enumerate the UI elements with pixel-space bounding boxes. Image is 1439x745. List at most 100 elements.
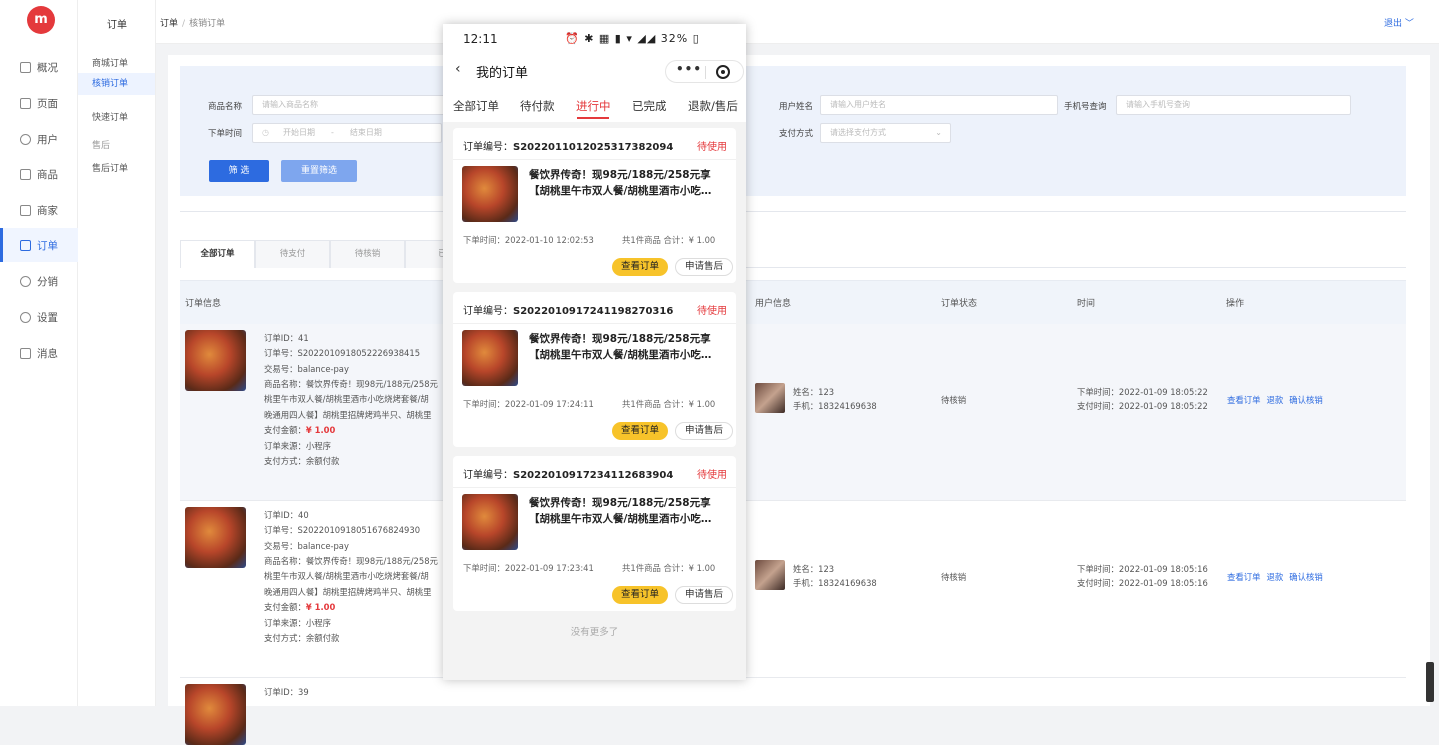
phone-input[interactable]: 请输入手机号查询	[1116, 95, 1351, 115]
cube-icon	[20, 168, 31, 180]
card-divider	[453, 487, 736, 488]
ptab-in-progress[interactable]: 进行中	[576, 98, 611, 114]
active-tab-indicator	[577, 117, 609, 119]
store-icon	[20, 204, 31, 216]
status-icons: ⏰ ✱ ▦ ▮ ▾ ◢◢ 32% ▯	[565, 32, 700, 45]
order-source: 订单来源：小程序	[264, 441, 331, 451]
order-source: 订单来源：小程序	[264, 618, 331, 628]
th-order-status: 订单状态	[941, 299, 978, 309]
ptab-refund[interactable]: 退款/售后	[688, 98, 738, 114]
capsule-divider	[705, 66, 706, 79]
avatar	[755, 560, 785, 590]
order-number: 订单号：S2022010918051676824930	[264, 525, 421, 535]
apply-after-sale-button[interactable]: 申请售后	[675, 422, 733, 440]
user-phone: 手机：18324169638	[793, 401, 877, 411]
nav-item-users[interactable]: 用户	[0, 122, 78, 156]
nav-item-settings[interactable]: 设置	[0, 300, 78, 334]
ptab-completed[interactable]: 已完成	[632, 98, 667, 114]
order-time: 下单时间：2022-01-09 18:05:16	[1077, 564, 1208, 574]
product-image	[185, 330, 246, 391]
order-time-label: 下单时间	[208, 129, 243, 139]
brand-logo[interactable]: m	[27, 6, 55, 34]
nav-item-merchants[interactable]: 商家	[0, 193, 78, 227]
product-name-line: 晚通用四人餐】胡桃里招牌烤鸡半只、胡桃里	[264, 587, 432, 597]
order-id: 订单ID：41	[264, 333, 309, 343]
sub-item-quick-orders[interactable]: 快速订单	[92, 110, 128, 123]
logout-button[interactable]: 退出 ﹀	[1384, 16, 1414, 29]
th-time: 时间	[1077, 299, 1096, 309]
nav-item-messages[interactable]: 消息	[0, 336, 78, 370]
tab-all-orders[interactable]: 全部订单	[180, 240, 255, 268]
sub-item-mall-orders[interactable]: 商城订单	[92, 56, 128, 69]
status-badge: 待核销	[941, 395, 967, 405]
nav-item-orders[interactable]: 订单	[0, 228, 78, 262]
th-user-info: 用户信息	[755, 299, 792, 309]
pay-method: 支付方式：余额付款	[264, 633, 340, 643]
sub-item-verify-orders[interactable]: 核销订单	[78, 73, 155, 95]
filter-button[interactable]: 筛 选	[209, 160, 269, 182]
nav-item-distribution[interactable]: 分销	[0, 264, 78, 298]
product-name-label: 商品名称	[208, 102, 243, 112]
sub-group-after-sales: 售后	[92, 141, 111, 151]
status-time: 12:11	[463, 32, 498, 46]
view-order-button[interactable]: 查看订单	[612, 586, 668, 604]
trade-number: 交易号：balance-pay	[264, 541, 349, 551]
tab-pending-payment[interactable]: 待支付	[255, 240, 330, 268]
calendar-icon: ◷	[262, 128, 269, 137]
refund-link[interactable]: 退款	[1267, 395, 1284, 405]
table-row: 订单ID：39	[180, 678, 1406, 745]
user-icon	[20, 133, 31, 145]
ptab-unpaid[interactable]: 待付款	[520, 98, 555, 114]
close-target-icon[interactable]	[716, 65, 730, 79]
view-order-link[interactable]: 查看订单	[1227, 395, 1261, 405]
card-divider	[453, 159, 736, 160]
date-range-picker[interactable]: ◷ 开始日期 - 结束日期	[252, 123, 442, 143]
breadcrumb: 订单 / 核销订单	[160, 16, 225, 29]
phone-preview: 12:11 ⏰ ✱ ▦ ▮ ▾ ◢◢ 32% ▯ ‹ 我的订单 ••• 全部订单…	[443, 24, 746, 680]
order-sn: 订单编号：S2022010917241198270316	[463, 306, 674, 317]
nav-item-products[interactable]: 商品	[0, 157, 78, 191]
avatar	[755, 383, 785, 413]
breadcrumb-separator: /	[182, 19, 186, 29]
sub-nav: 订单 商城订单 核销订单 快速订单 售后 售后订单	[78, 0, 156, 706]
order-card[interactable]: 订单编号：S2022011012025317382094 待使用 餐饮界传奇！现…	[453, 128, 736, 283]
view-order-button[interactable]: 查看订单	[612, 258, 668, 276]
apply-after-sale-button[interactable]: 申请售后	[675, 586, 733, 604]
page-icon	[20, 97, 31, 109]
nav-item-pages[interactable]: 页面	[0, 86, 78, 120]
view-order-button[interactable]: 查看订单	[612, 422, 668, 440]
sub-nav-title: 订单	[107, 20, 127, 31]
more-icon[interactable]: •••	[676, 62, 702, 76]
speaker-icon	[20, 347, 31, 359]
ptab-all[interactable]: 全部订单	[453, 98, 499, 114]
order-time: 下单时间：2022-01-09 17:24:11	[463, 399, 594, 409]
table-row: 订单ID：41 订单号：S2022010918052226938415 交易号：…	[180, 324, 1406, 501]
phone-nav-bar: ‹ 我的订单 •••	[443, 54, 746, 88]
scrollbar[interactable]	[1426, 662, 1434, 702]
row-actions: 查看订单 退款 确认核销	[1227, 394, 1329, 406]
product-name-input[interactable]: 请输入商品名称	[252, 95, 452, 115]
reset-filter-button[interactable]: 重置筛选	[281, 160, 357, 182]
order-id: 订单ID：40	[264, 510, 309, 520]
confirm-verify-link[interactable]: 确认核销	[1289, 395, 1323, 405]
sub-item-after-sales-orders[interactable]: 售后订单	[92, 161, 128, 174]
back-icon[interactable]: ‹	[455, 61, 461, 77]
phone-label: 手机号查询	[1064, 102, 1107, 112]
view-order-link[interactable]: 查看订单	[1227, 572, 1261, 582]
apply-after-sale-button[interactable]: 申请售后	[675, 258, 733, 276]
order-number: 订单号：S2022010918052226938415	[264, 348, 421, 358]
order-card[interactable]: 订单编号：S2022010917234112683904 待使用 餐饮界传奇！现…	[453, 456, 736, 611]
product-image	[462, 494, 518, 550]
order-time: 下单时间：2022-01-09 18:05:22	[1077, 387, 1208, 397]
order-card[interactable]: 订单编号：S2022010917241198270316 待使用 餐饮界传奇！现…	[453, 292, 736, 447]
pay-amount: 支付金额：¥ 1.00	[264, 602, 336, 612]
order-id: 订单ID：39	[264, 687, 309, 697]
nav-item-overview[interactable]: 概况	[0, 50, 78, 84]
monitor-icon	[20, 61, 31, 73]
user-name-input[interactable]: 请输入用户姓名	[820, 95, 1058, 115]
refund-link[interactable]: 退款	[1267, 572, 1284, 582]
tab-pending-verify[interactable]: 待核销	[330, 240, 405, 268]
pay-method-select[interactable]: 请选择支付方式 ⌄	[820, 123, 951, 143]
breadcrumb-root[interactable]: 订单	[160, 19, 178, 29]
confirm-verify-link[interactable]: 确认核销	[1289, 572, 1323, 582]
